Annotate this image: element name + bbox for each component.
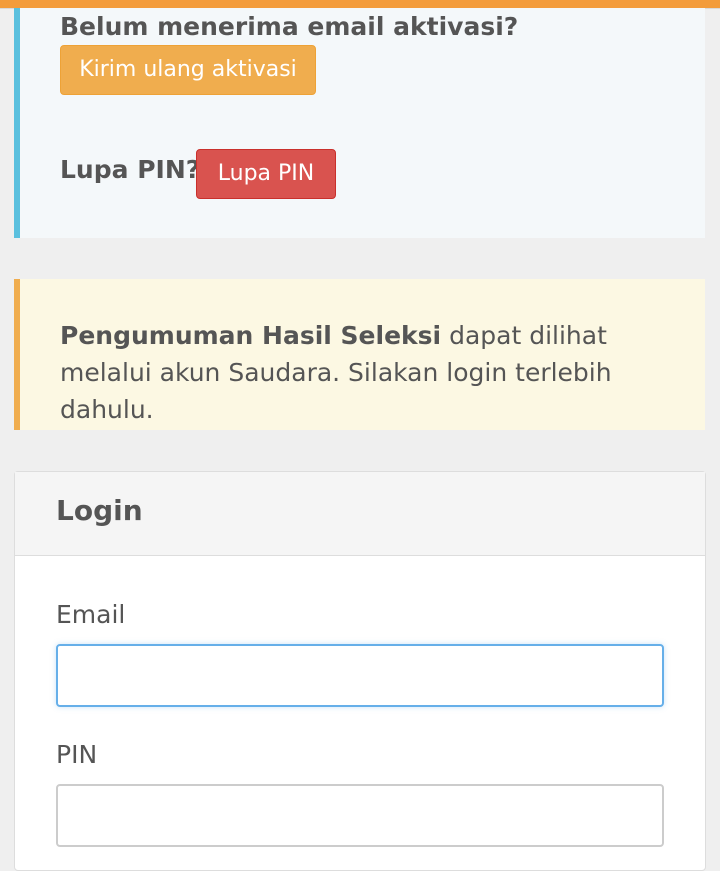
- activation-callout: Belum menerima email aktivasi? Kirim ula…: [14, 8, 705, 238]
- announcement-text: Pengumuman Hasil Seleksi dapat dilihat m…: [60, 317, 680, 428]
- email-field[interactable]: [56, 644, 664, 707]
- login-panel-heading: Login: [15, 472, 705, 556]
- resend-activation-button[interactable]: Kirim ulang aktivasi: [60, 45, 316, 95]
- activation-question: Belum menerima email aktivasi?: [60, 12, 519, 41]
- forgot-pin-label: Lupa PIN?: [60, 155, 201, 184]
- login-title: Login: [56, 494, 143, 527]
- pin-label: PIN: [56, 740, 98, 769]
- forgot-pin-button[interactable]: Lupa PIN: [196, 149, 336, 199]
- announcement-bold-text: Pengumuman Hasil Seleksi: [60, 321, 442, 350]
- email-label: Email: [56, 600, 126, 629]
- announcement-callout: Pengumuman Hasil Seleksi dapat dilihat m…: [14, 279, 705, 430]
- login-panel: Login Email PIN: [14, 471, 706, 871]
- pin-field[interactable]: [56, 784, 664, 847]
